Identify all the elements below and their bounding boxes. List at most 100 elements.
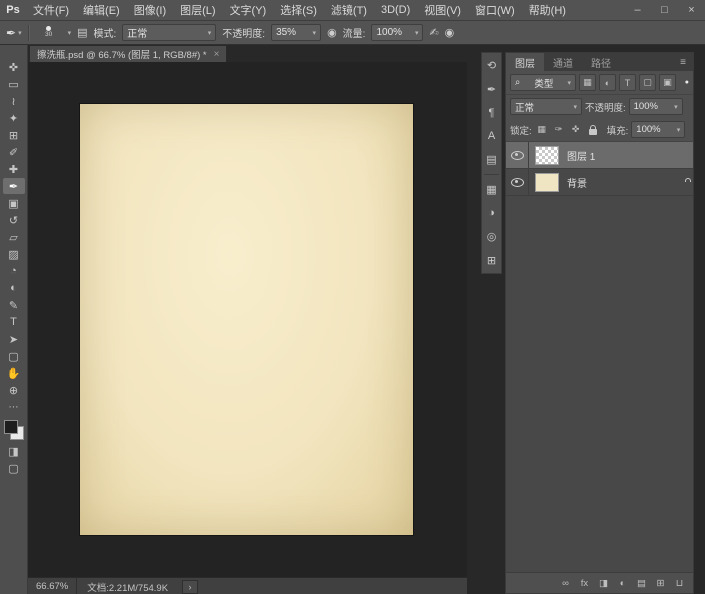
fill-label: 填充: [606,125,629,137]
menu-select[interactable]: 选择(S) [273,0,324,20]
navigator-panel-icon[interactable]: ⊞ [487,254,496,267]
menu-filter[interactable]: 滤镜(T) [324,0,374,20]
crop-tool[interactable]: ⊞ [3,127,25,143]
opacity-select[interactable]: 35% ▾ [271,24,322,41]
tab-close-icon[interactable]: × [214,49,220,60]
filter-kind-select[interactable]: ⌕ 类型 ▾ [510,74,576,91]
filter-shape-layers-icon[interactable]: ▢ [639,74,656,91]
menu-image[interactable]: 图像(I) [127,0,173,20]
visibility-toggle[interactable] [506,169,529,195]
foreground-color-swatch[interactable] [3,420,18,434]
type-tool[interactable]: T [3,314,25,330]
menu-layer[interactable]: 图层(L) [173,0,222,20]
panel-menu-icon[interactable]: ≡ [673,53,693,71]
paragraph-panel-icon[interactable]: ¶ [489,107,495,119]
menu-file[interactable]: 文件(F) [26,0,76,20]
status-options-chevron[interactable]: › [182,579,199,594]
menu-3d[interactable]: 3D(D) [374,0,417,20]
chevron-down-icon[interactable]: ▾ [68,29,72,37]
quick-selection-tool[interactable]: ✦ [3,110,25,126]
pen-tool[interactable]: ✎ [3,297,25,313]
rectangle-tool[interactable]: ▢ [3,348,25,364]
layer-thumbnail[interactable] [535,145,559,165]
clone-stamp-tool[interactable]: ▣ [3,195,25,211]
lasso-tool[interactable]: ≀ [3,93,25,109]
spot-healing-brush-tool[interactable]: ✚ [3,161,25,177]
pressure-opacity-icon[interactable]: ◉ [327,26,337,39]
delete-layer-icon[interactable]: ⊔ [674,578,685,589]
tab-layers[interactable]: 图层 [506,53,544,71]
menu-window[interactable]: 窗口(W) [468,0,522,20]
swatches-panel-icon[interactable]: ▦ [486,183,496,196]
menu-help[interactable]: 帮助(H) [522,0,573,20]
tab-paths[interactable]: 路径 [582,53,620,71]
new-group-icon[interactable]: ▤ [636,578,647,589]
lock-all-icon[interactable] [586,123,600,137]
lock-pixels-icon[interactable]: ✑ [552,123,566,137]
adjustments-panel-icon[interactable]: ◑ [488,207,495,219]
filter-smart-objects-icon[interactable]: ▣ [659,74,676,91]
layer-opacity-select[interactable]: 100% ▾ [628,98,683,115]
menu-edit[interactable]: 编辑(E) [76,0,127,20]
tool-preset-picker[interactable]: ✒ ▾ [6,26,22,40]
zoom-level-field[interactable]: 66.67% [28,578,78,594]
layer-row-layer1[interactable]: 图层 1 [506,142,693,169]
hand-tool[interactable]: ✋ [3,365,25,381]
pressure-size-icon[interactable]: ◉ [445,26,455,39]
history-brush-tool[interactable]: ↺ [3,212,25,228]
brush-presets-panel-icon[interactable]: ✒ [487,83,496,96]
flow-select[interactable]: 100% ▾ [371,24,424,41]
add-layer-mask-icon[interactable]: ◨ [598,578,609,589]
toggle-brush-panel-icon[interactable]: ▤ [77,26,87,39]
document-canvas[interactable] [80,104,413,535]
screen-mode-icon[interactable]: ▢ [3,460,25,476]
layer-row-background[interactable]: 背景 [506,169,693,196]
layer-thumbnail[interactable] [535,172,559,192]
quick-mask-icon[interactable]: ◨ [3,443,25,459]
layer-fill-select[interactable]: 100% ▾ [631,121,686,138]
eyedropper-tool[interactable]: ✐ [3,144,25,160]
maximize-button[interactable]: □ [651,0,678,20]
gradient-tool[interactable]: ▨ [3,246,25,262]
color-swatches[interactable] [3,419,25,441]
history-panel-icon[interactable]: ⟲ [487,59,496,72]
minimize-button[interactable]: – [624,0,651,20]
visibility-toggle[interactable] [506,142,529,168]
menu-type[interactable]: 文字(Y) [223,0,274,20]
character-panel-icon[interactable]: A [488,130,495,142]
styles-panel-icon[interactable]: ▤ [486,153,496,166]
path-selection-tool[interactable]: ➤ [3,331,25,347]
rectangular-marquee-tool[interactable]: ▭ [3,76,25,92]
blur-tool[interactable]: ◔ [3,263,25,279]
toolbar-ellipsis-icon[interactable]: ⋯ [9,402,19,413]
info-panel-icon[interactable]: ◎ [487,230,497,243]
chevron-down-icon: ▾ [18,29,22,37]
document-tab[interactable]: 擦洗瓶.psd @ 66.7% (图层 1, RGB/8#) * × [29,45,228,62]
airbrush-icon[interactable]: ✍ [429,26,438,39]
eraser-tool[interactable]: ▱ [3,229,25,245]
layer-name[interactable]: 图层 1 [565,148,693,163]
new-layer-icon[interactable]: ⊞ [655,578,666,589]
lock-position-icon[interactable]: ✜ [569,123,583,137]
filter-pixel-layers-icon[interactable]: ▦ [579,74,596,91]
link-layers-icon[interactable]: ∞ [560,578,571,589]
close-button[interactable]: × [678,0,705,20]
new-adjustment-layer-icon[interactable]: ◐ [617,578,628,589]
menu-view[interactable]: 视图(V) [417,0,468,20]
brush-tool[interactable]: ✒ [2,178,25,194]
zoom-tool[interactable]: ⊕ [3,382,25,398]
dodge-tool[interactable]: ◐ [3,280,25,296]
tab-channels[interactable]: 通道 [544,53,582,71]
menu-bar: Ps 文件(F) 编辑(E) 图像(I) 图层(L) 文字(Y) 选择(S) 滤… [0,0,705,21]
filter-adjustment-layers-icon[interactable]: ◐ [599,74,616,91]
brush-preset-picker[interactable]: 30 [36,26,62,39]
blend-mode-select[interactable]: 正常 ▾ [122,24,217,41]
layer-blend-mode-select[interactable]: 正常 ▾ [510,98,582,115]
layer-name[interactable]: 背景 [565,175,684,190]
move-tool[interactable]: ✜ [3,59,25,75]
filter-type-layers-icon[interactable]: T [619,74,636,91]
lock-transparency-icon[interactable]: ▦ [535,123,549,137]
filter-toggle-icon[interactable]: ● [685,79,689,86]
layer-style-icon[interactable]: fx [579,578,590,589]
canvas-workspace[interactable] [28,62,467,577]
